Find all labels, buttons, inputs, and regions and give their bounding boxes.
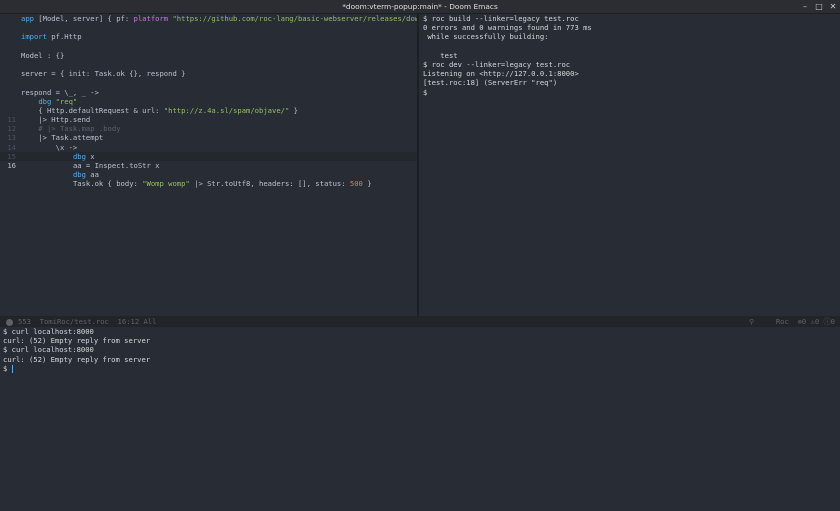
terminal-bottom[interactable]: $ curl localhost:8000 curl: (52) Empty re… bbox=[0, 327, 840, 511]
terminal-line: [test.roc:18] (ServerErr "req") bbox=[423, 78, 558, 88]
terminal-cursor bbox=[11, 364, 13, 373]
terminal-line: Listening on <http://127.0.0.1:8000> bbox=[423, 69, 579, 79]
line-number bbox=[0, 170, 17, 179]
window-title: *doom:vterm-popup:main* - Doom Emacs bbox=[342, 2, 498, 11]
code-line: |> Task.attempt bbox=[38, 133, 104, 143]
terminal-line: $ roc dev --linker=legacy test.roc bbox=[423, 59, 571, 69]
code-line: Task.ok { body: "Womp womp" |> Str.toUtf… bbox=[72, 179, 372, 189]
line-number bbox=[0, 225, 17, 234]
terminal-line: curl: (52) Empty reply from server bbox=[3, 336, 151, 346]
line-number bbox=[0, 78, 17, 87]
line-number bbox=[0, 69, 17, 78]
line-number bbox=[0, 189, 17, 198]
terminal-right[interactable]: $ roc build --linker=legacy test.roc 0 er… bbox=[419, 14, 840, 316]
line-number bbox=[0, 106, 17, 115]
line-number: 16 bbox=[7, 161, 16, 170]
line-number: 14 bbox=[7, 142, 16, 152]
line-number bbox=[0, 97, 17, 106]
line-number bbox=[0, 179, 17, 188]
code-line: dbg aa bbox=[72, 170, 99, 180]
line-number bbox=[0, 207, 17, 216]
line-number: 11 bbox=[7, 115, 16, 125]
code-line: respond = \_, _ -> bbox=[21, 87, 99, 97]
minimize-icon[interactable]: – bbox=[799, 0, 811, 13]
code-line: aa = Inspect.toStr x bbox=[72, 161, 160, 170]
code-line: import pf.Http bbox=[21, 32, 82, 42]
info-icon: ⓘ bbox=[823, 317, 831, 326]
code-line: app [Model, server] { pf: platform "http… bbox=[21, 14, 510, 23]
line-number bbox=[0, 271, 17, 280]
line-number bbox=[0, 280, 17, 289]
line-number bbox=[0, 42, 17, 51]
terminal-line: curl: (52) Empty reply from server bbox=[3, 354, 151, 364]
code-line: server = { init: Task.ok {}, respond } bbox=[21, 69, 186, 79]
line-number bbox=[0, 253, 17, 262]
buffer-path[interactable]: TomiRoc/test.roc bbox=[40, 317, 109, 326]
code-line-current: dbg x bbox=[72, 151, 95, 161]
close-icon[interactable]: ✕ bbox=[827, 0, 839, 13]
cursor-position: 16:12 All bbox=[117, 317, 157, 326]
line-number bbox=[0, 14, 17, 23]
terminal-line: while successfully building: bbox=[423, 32, 549, 42]
line-number bbox=[0, 235, 17, 244]
buffer-state-icon bbox=[6, 318, 13, 326]
window-titlebar: *doom:vterm-popup:main* - Doom Emacs – □… bbox=[0, 0, 840, 14]
editor-pane[interactable]: 11 12 13 14 15 16 app [Model, server] { pf: p… bbox=[0, 14, 510, 316]
line-number: 15 bbox=[7, 151, 16, 161]
terminal-line: $ bbox=[423, 87, 428, 97]
maximize-icon[interactable]: □ bbox=[813, 0, 825, 13]
line-number bbox=[0, 262, 17, 271]
line-number bbox=[0, 216, 17, 225]
code-line: \x -> bbox=[55, 142, 78, 152]
code-line: # |> Task.map .body bbox=[38, 124, 121, 134]
code-buffer[interactable]: app [Model, server] { pf: platform "http… bbox=[21, 14, 510, 189]
line-number bbox=[0, 88, 17, 97]
code-line: |> Http.send bbox=[38, 115, 91, 125]
terminal-line: $ roc build --linker=legacy test.roc bbox=[423, 14, 579, 23]
terminal-line: $ curl localhost:8000 bbox=[3, 345, 94, 355]
code-line: { Http.defaultRequest & url: "http://z.4… bbox=[38, 105, 298, 115]
error-count: 0 bbox=[801, 317, 807, 326]
line-number bbox=[0, 244, 17, 253]
line-number bbox=[0, 60, 17, 69]
line-number: 13 bbox=[7, 133, 16, 143]
terminal-line: $ curl localhost:8000 bbox=[3, 327, 94, 336]
lsp-icon[interactable]: ⚲ bbox=[749, 317, 754, 326]
line-number bbox=[0, 32, 17, 41]
line-number bbox=[0, 198, 17, 207]
code-line: Model : {} bbox=[21, 50, 65, 60]
line-number-gutter: 11 12 13 14 15 16 bbox=[0, 14, 17, 316]
terminal-line: $ bbox=[3, 364, 840, 373]
terminal-line: 0 errors and 0 warnings found in 773 ms bbox=[423, 23, 592, 33]
line-number bbox=[0, 23, 17, 32]
info-count: 0 bbox=[830, 317, 835, 326]
modeline: 553 TomiRoc/test.roc 16:12 All ⚲ Roc ⊗0 … bbox=[0, 316, 840, 327]
warning-count: 0 bbox=[814, 317, 820, 326]
terminal-line: test bbox=[423, 50, 458, 60]
code-line: dbg "req" bbox=[38, 96, 78, 106]
major-mode[interactable]: Roc bbox=[776, 317, 789, 326]
buffer-size: 553 bbox=[18, 317, 31, 326]
line-number: 12 bbox=[7, 124, 16, 134]
line-number bbox=[0, 51, 17, 60]
